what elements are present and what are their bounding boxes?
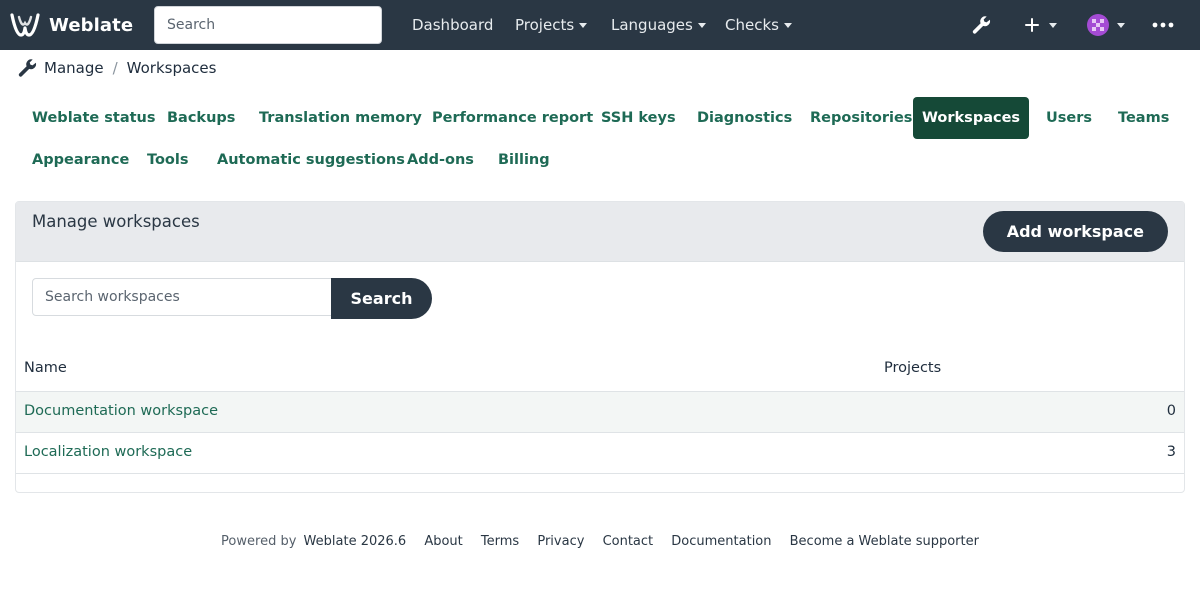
manage-wrench-button[interactable] [970,13,992,37]
tab-appearance[interactable]: Appearance [15,139,146,181]
nav-checks-dropdown[interactable]: Checks [725,0,792,50]
workspace-name-link[interactable]: Documentation workspace [24,403,218,419]
table-row: Localization workspace 3 [16,432,1184,473]
footer-about-link[interactable]: About [424,534,462,549]
column-header-name[interactable]: Name [24,360,67,376]
tab-workspaces[interactable]: Workspaces [913,97,1029,139]
tab-teams[interactable]: Teams [1101,97,1186,139]
tab-add-ons[interactable]: Add-ons [390,139,491,181]
plus-icon [1025,18,1039,32]
footer-documentation-link[interactable]: Documentation [671,534,771,549]
weblate-logo-icon [10,13,40,37]
panel-title: Manage workspaces [32,212,200,231]
more-menu-button[interactable] [1152,13,1174,37]
nav-languages-dropdown[interactable]: Languages [611,0,706,50]
workspace-search-input[interactable] [32,278,332,316]
workspace-name-link[interactable]: Localization workspace [24,444,192,460]
footer-supporter-link[interactable]: Become a Weblate supporter [790,534,979,549]
chevron-down-icon [579,23,588,28]
footer-version-link[interactable]: Weblate 2026.6 [304,534,407,549]
tab-billing[interactable]: Billing [481,139,567,181]
chevron-down-icon [783,23,792,28]
footer-powered-by: Powered by [221,534,297,549]
table-bottom-border [16,473,1184,474]
top-navbar: Weblate Dashboard Projects Languages Che… [0,0,1200,50]
tab-ssh-keys[interactable]: SSH keys [584,97,693,139]
nav-dashboard-label: Dashboard [412,16,494,34]
footer: Powered by Weblate 2026.6 About Terms Pr… [0,534,1200,549]
workspace-project-count: 3 [1166,444,1176,460]
breadcrumb: Manage / Workspaces [16,57,216,79]
more-icon [1152,22,1174,28]
footer-contact-link[interactable]: Contact [603,534,654,549]
tab-repositories[interactable]: Repositories [793,97,929,139]
tab-users[interactable]: Users [1029,97,1109,139]
nav-dashboard[interactable]: Dashboard [412,0,493,50]
table-row: Documentation workspace 0 [16,391,1184,432]
tab-automatic-suggestions[interactable]: Automatic suggestions [200,139,422,181]
breadcrumb-manage[interactable]: Manage [44,59,104,77]
brand-name: Weblate [49,14,134,36]
manage-workspaces-panel: Manage workspaces Add workspace Search N… [15,201,1185,493]
brand-link[interactable]: Weblate [10,11,133,39]
add-workspace-button[interactable]: Add workspace [982,211,1168,252]
nav-projects-label: Projects [515,16,575,34]
column-header-projects[interactable]: Projects [884,360,941,376]
breadcrumb-separator: / [112,59,118,77]
tab-backups[interactable]: Backups [150,97,252,139]
global-search-input[interactable] [154,6,382,44]
wrench-icon [18,59,37,77]
chevron-down-icon [697,23,706,28]
user-menu-button[interactable] [1087,13,1125,37]
chevron-down-icon [1117,22,1125,28]
chevron-down-icon [1049,22,1057,28]
footer-privacy-link[interactable]: Privacy [537,534,584,549]
nav-languages-label: Languages [611,16,693,34]
workspace-project-count: 0 [1166,403,1176,419]
workspace-search-button[interactable]: Search [331,278,432,319]
footer-terms-link[interactable]: Terms [481,534,519,549]
avatar [1087,14,1109,36]
tab-translation-memory[interactable]: Translation memory [242,97,439,139]
tab-performance-report[interactable]: Performance report [415,97,610,139]
add-dropdown-button[interactable] [1024,13,1057,37]
nav-projects-dropdown[interactable]: Projects [515,0,588,50]
nav-checks-label: Checks [725,16,779,34]
tab-diagnostics[interactable]: Diagnostics [680,97,809,139]
panel-header: Manage workspaces Add workspace [16,202,1184,262]
wrench-icon [972,16,991,34]
tab-tools[interactable]: Tools [130,139,206,181]
tab-weblate-status[interactable]: Weblate status [15,97,173,139]
breadcrumb-current[interactable]: Workspaces [127,59,217,77]
